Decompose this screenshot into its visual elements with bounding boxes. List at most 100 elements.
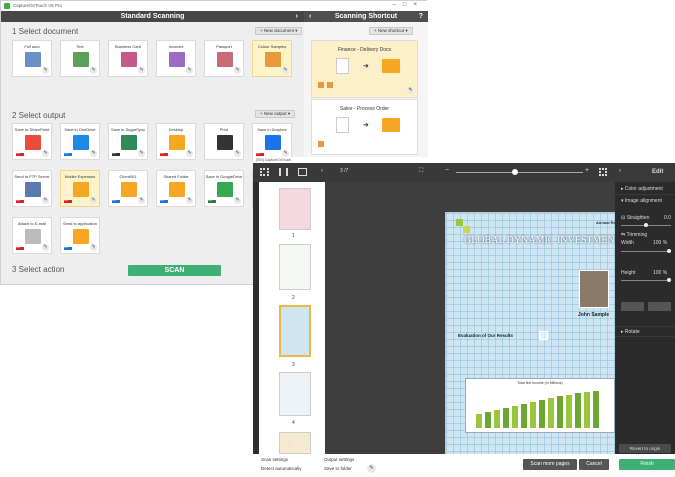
- output-card[interactable]: Mobile Expenses PDF ✎: [60, 170, 100, 207]
- move-handle-icon[interactable]: [539, 331, 548, 340]
- zoom-slider[interactable]: [456, 172, 583, 173]
- output-card[interactable]: Print ✎: [204, 123, 244, 160]
- page-thumbnail[interactable]: [279, 372, 311, 416]
- zoom-out-icon[interactable]: −: [445, 167, 449, 174]
- edit-title: Edit: [652, 169, 664, 175]
- window-controls[interactable]: –□×: [393, 2, 424, 8]
- finish-button[interactable]: Finish: [619, 459, 675, 470]
- output-card-label: Attach to E-mail: [17, 221, 47, 226]
- chevron-left-icon[interactable]: ‹: [309, 11, 311, 22]
- page-thumbnail[interactable]: [279, 244, 311, 290]
- new-shortcut-button[interactable]: + New shortcut ▾: [369, 27, 413, 35]
- color-adjustment-row[interactable]: ▸ Color adjustment: [615, 184, 675, 195]
- chevron-right-icon[interactable]: ›: [619, 168, 621, 174]
- height-slider[interactable]: [621, 280, 671, 281]
- output-card[interactable]: Client001 PDF ✎: [108, 170, 148, 207]
- thumbnail-grid-icon[interactable]: [599, 168, 607, 176]
- new-document-button[interactable]: + New document ▾: [255, 27, 303, 35]
- chart-bar: [539, 400, 545, 428]
- rotate-row[interactable]: ▸ Rotate: [615, 326, 675, 337]
- chevron-left-icon[interactable]: ‹: [321, 168, 323, 174]
- single-view-icon[interactable]: [298, 168, 307, 176]
- page-thumbnail[interactable]: [279, 188, 311, 230]
- grid-view-icon[interactable]: [260, 168, 269, 176]
- edit-pencil-icon[interactable]: ✎: [90, 197, 97, 204]
- output-card[interactable]: Send to FTP Server PDF ✎: [12, 170, 52, 207]
- straighten-handle[interactable]: [644, 223, 648, 227]
- document-card[interactable]: Colour Samples ✎: [252, 40, 292, 77]
- output-card[interactable]: Save in GoogleDrive PDF ✎: [204, 170, 244, 207]
- revert-button[interactable]: Revert to origin: [619, 444, 671, 453]
- edit-pencil-icon[interactable]: ✎: [42, 150, 49, 157]
- edit-pencil-icon[interactable]: ✎: [186, 67, 193, 74]
- output-card-label: Save in GoogleDrive: [205, 174, 243, 179]
- fit-page-icon[interactable]: ⛶: [419, 168, 423, 175]
- zoom-in-icon[interactable]: +: [585, 167, 589, 174]
- edit-pencil-icon[interactable]: ✎: [138, 150, 145, 157]
- edit-pencil-icon[interactable]: ✎: [90, 67, 97, 74]
- chart-bar: [494, 410, 500, 428]
- edit-pencil-icon[interactable]: ✎: [234, 150, 241, 157]
- folder-icon: [382, 59, 400, 73]
- height-value[interactable]: 100 %: [653, 270, 667, 276]
- edit-pencil-icon[interactable]: ✎: [138, 67, 145, 74]
- doc-type-icon: [327, 82, 333, 88]
- bar-chart: Total Net Income (In Millions): [465, 378, 615, 433]
- document-card-label: Invoices: [168, 44, 184, 49]
- document-card[interactable]: Text ✎: [60, 40, 100, 77]
- list-view-icon[interactable]: [279, 168, 288, 176]
- edit-pencil-icon[interactable]: ✎: [90, 244, 97, 251]
- document-card[interactable]: Full auto ✎: [12, 40, 52, 77]
- output-card[interactable]: Attach to E-mail PDF ✎: [12, 217, 52, 254]
- edit-pencil-icon[interactable]: ✎: [234, 67, 241, 74]
- image-alignment-row[interactable]: ▾ Image alignment: [615, 196, 675, 207]
- page-thumbnail[interactable]: [279, 432, 311, 454]
- viewer-title: [SIN] CaptureOnTouch: [256, 158, 292, 162]
- page-thumbnail-selected[interactable]: [279, 305, 311, 357]
- shortcut-card[interactable]: Sales - Process Order ➜: [311, 99, 418, 155]
- help-icon[interactable]: ?: [419, 11, 423, 22]
- scan-more-pages-button[interactable]: Scan more pages: [523, 459, 577, 470]
- edit-pencil-icon[interactable]: ✎: [138, 197, 145, 204]
- edit-pencil-icon[interactable]: ✎: [367, 464, 376, 473]
- width-value[interactable]: 100 %: [653, 240, 667, 246]
- output-card[interactable]: Save to SharePoint PDF ✎: [12, 123, 52, 160]
- cancel-button[interactable]: Cancel: [579, 459, 609, 470]
- straighten-value[interactable]: 0.0: [664, 215, 671, 221]
- trim-button[interactable]: [648, 302, 671, 311]
- edit-pencil-icon[interactable]: ✎: [90, 150, 97, 157]
- document-card[interactable]: Passport ✎: [204, 40, 244, 77]
- page-number: 5: [289, 441, 292, 447]
- shortcut-card[interactable]: Finance - Delivery Docs ➜ ✎: [311, 40, 418, 98]
- edit-pencil-icon[interactable]: ✎: [42, 244, 49, 251]
- edit-pencil-icon[interactable]: ✎: [42, 67, 49, 74]
- scan-button[interactable]: SCAN: [128, 265, 221, 276]
- document-card[interactable]: Business Card ✎: [108, 40, 148, 77]
- width-handle[interactable]: [667, 249, 671, 253]
- output-card[interactable]: Save in SugarSync PDF ✎: [108, 123, 148, 160]
- edit-pencil-icon[interactable]: ✎: [186, 197, 193, 204]
- output-card[interactable]: Desktop PDF ✎: [156, 123, 196, 160]
- edit-pencil-icon[interactable]: ✎: [234, 197, 241, 204]
- document-card[interactable]: Invoices ✎: [156, 40, 196, 77]
- edit-pencil-icon[interactable]: ✎: [42, 197, 49, 204]
- zoom-slider-handle[interactable]: [512, 169, 518, 175]
- new-output-button[interactable]: + New output ▾: [255, 110, 296, 118]
- edit-pencil-icon[interactable]: ✎: [282, 150, 289, 157]
- width-slider[interactable]: [621, 251, 671, 252]
- document-card-label: Colour Samples: [257, 44, 287, 49]
- chevron-right-icon[interactable]: ›: [296, 11, 298, 22]
- arrow-right-icon: ➜: [363, 122, 369, 129]
- edit-pencil-icon[interactable]: ✎: [282, 67, 289, 74]
- trim-button[interactable]: [621, 302, 644, 311]
- output-card[interactable]: Send to application PDF ✎: [60, 217, 100, 254]
- output-card[interactable]: Save in OneDrive TIFF ✎: [60, 123, 100, 160]
- person-name: John Sample: [578, 312, 610, 318]
- edit-pencil-icon[interactable]: ✎: [186, 150, 193, 157]
- height-handle[interactable]: [667, 278, 671, 282]
- output-card[interactable]: Shared Folder PDF ✎: [156, 170, 196, 207]
- edit-pencil-icon[interactable]: ✎: [407, 87, 414, 94]
- chart-bar: [566, 395, 572, 428]
- output-card[interactable]: Save in Dropbox PDF ✎: [252, 123, 292, 160]
- output-icon: [73, 135, 89, 150]
